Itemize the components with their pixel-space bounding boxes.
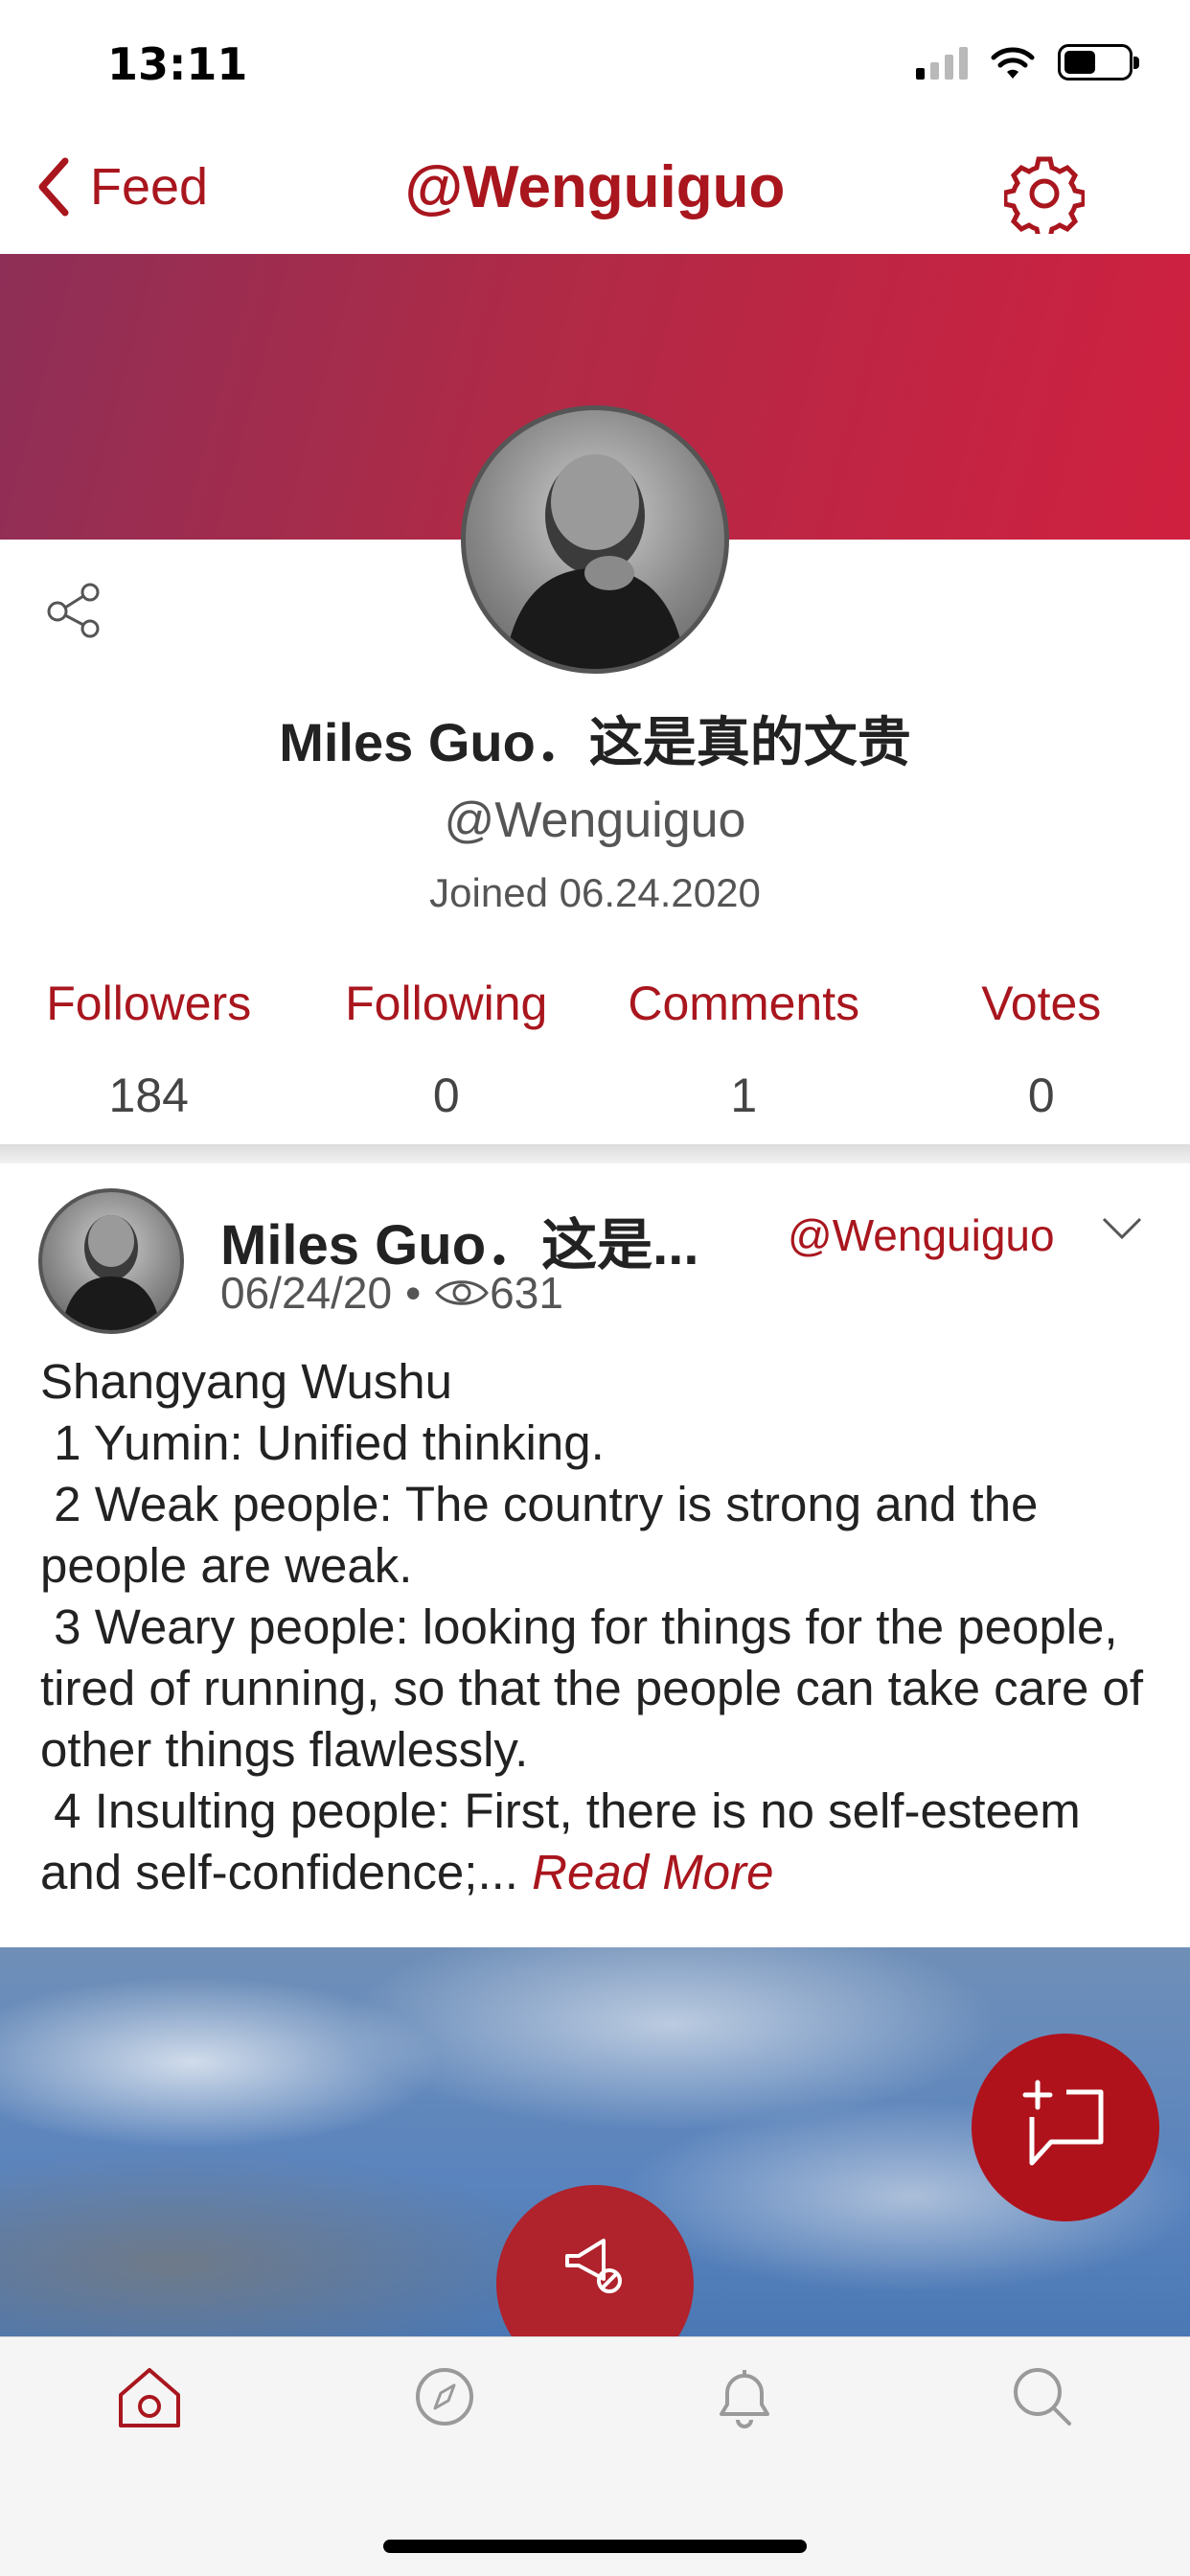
stat-value: 0 [432,1069,460,1122]
post-text: Shangyang Wushu 1 Yumin: Unified thinkin… [40,1354,1144,1899]
profile-stats: Followers 184 Following 0 Comments 1 Vot… [0,976,1190,1148]
compose-comment-button[interactable] [972,2034,1159,2221]
status-bar: 13:11 [0,0,1190,125]
stat-comments[interactable]: Comments 1 [595,976,893,1148]
profile-avatar[interactable] [461,405,729,674]
post-author-avatar[interactable] [38,1188,184,1334]
stat-following[interactable]: Following 0 [298,976,596,1148]
post-view-count: 631 [490,1268,563,1318]
status-icons [916,44,1139,80]
section-divider [0,1144,1190,1163]
person-photo [61,1215,161,1330]
share-icon [47,583,100,638]
profile-name: Miles Guo．这是真的文贵 [279,712,911,772]
share-button[interactable] [44,579,105,644]
stat-label: Following [345,977,548,1030]
tab-bar [0,2336,1190,2576]
stat-value: 184 [108,1069,189,1122]
stat-followers[interactable]: Followers 184 [0,976,298,1148]
stat-votes[interactable]: Votes 0 [893,976,1190,1148]
add-comment-icon [1022,2080,1104,2166]
stat-label: Votes [981,977,1102,1030]
battery-icon [1058,44,1139,80]
tab-home[interactable] [111,2358,188,2435]
settings-button[interactable] [1002,153,1087,241]
nav-bar: Feed @Wenguiguo [0,125,1190,254]
status-time: 13:11 [107,38,248,90]
cellular-signal-icon [916,45,968,80]
home-indicator [383,2540,807,2553]
stat-label: Followers [46,977,252,1030]
post-meta: 06/24/20 • 631 [220,1267,563,1319]
compass-icon [416,2368,473,2426]
eye-icon [435,1280,490,1305]
post-body: Shangyang Wushu 1 Yumin: Unified thinkin… [40,1351,1161,1903]
tab-notifications[interactable] [706,2358,783,2435]
bell-icon [720,2370,769,2428]
read-more-link[interactable]: Read More [532,1845,773,1899]
stat-label: Comments [628,977,860,1030]
post-date: 06/24/20 [220,1268,393,1318]
gear-icon [1002,156,1087,241]
wifi-icon [991,47,1035,79]
home-icon [119,2368,180,2427]
post-author-handle[interactable]: @Wenguiguo [788,1209,1055,1261]
chevron-down-icon [1102,1217,1142,1240]
meta-separator: • [405,1268,422,1318]
profile-handle: @Wenguiguo [444,793,746,848]
tab-explore[interactable] [406,2358,483,2435]
stat-value: 0 [1027,1069,1055,1122]
person-photo [504,454,686,669]
search-icon [1014,2368,1071,2426]
tab-search[interactable] [1004,2358,1081,2435]
post-options-button[interactable] [1100,1215,1144,1246]
profile-joined-date: Joined 06.24.2020 [429,870,761,915]
stat-value: 1 [730,1069,758,1122]
megaphone-mute-icon [565,2239,622,2293]
